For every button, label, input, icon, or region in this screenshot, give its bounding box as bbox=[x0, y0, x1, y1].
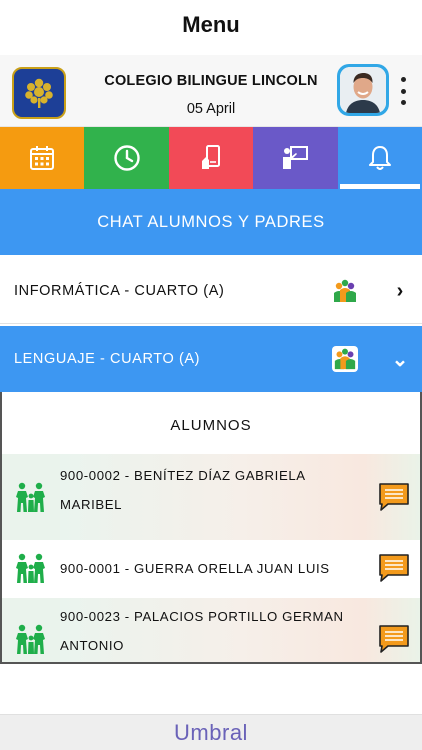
family-icon bbox=[16, 482, 45, 512]
more-options-icon[interactable] bbox=[396, 77, 410, 105]
message-icon[interactable] bbox=[378, 482, 410, 512]
user-avatar[interactable] bbox=[337, 64, 389, 116]
status-strip bbox=[0, 0, 422, 6]
message-icon[interactable] bbox=[378, 553, 410, 583]
clock-icon bbox=[113, 145, 140, 171]
teacher-board-icon bbox=[283, 146, 309, 169]
group-icon bbox=[334, 279, 356, 302]
tab-teacher[interactable] bbox=[253, 127, 338, 189]
avatar-photo bbox=[340, 67, 386, 113]
tab-calendar[interactable] bbox=[0, 127, 85, 189]
footer-bar: Umbral bbox=[0, 714, 422, 750]
student-row[interactable]: 900-0023 - PALACIOS PORTILLO GERMAN ANTO… bbox=[2, 598, 420, 662]
course-row-lenguaje[interactable]: LENGUAJE - CUARTO (A) ⌄ bbox=[0, 326, 422, 392]
current-date: 05 April bbox=[186, 101, 236, 117]
student-line2: MARIBEL bbox=[60, 497, 123, 512]
hand-tablet-icon bbox=[202, 145, 221, 169]
school-name: COLEGIO BILINGUE LINCOLN bbox=[104, 73, 318, 89]
student-line1: 900-0023 - PALACIOS PORTILLO GERMAN bbox=[60, 609, 344, 624]
bell-icon bbox=[368, 146, 391, 170]
family-icon bbox=[16, 553, 45, 583]
school-logo bbox=[12, 67, 66, 119]
calendar-icon bbox=[30, 146, 55, 170]
school-header: COLEGIO BILINGUE LINCOLN 05 April bbox=[0, 55, 422, 127]
school-crest-icon bbox=[25, 78, 53, 108]
family-icon bbox=[16, 624, 45, 654]
brand-name: Umbral bbox=[174, 719, 248, 745]
chat-banner[interactable]: CHAT ALUMNOS Y PADRES bbox=[0, 189, 422, 255]
course-row-informatica[interactable]: INFORMÁTICA - CUARTO (A) › bbox=[0, 258, 422, 324]
course-label: INFORMÁTICA - CUARTO (A) bbox=[14, 282, 225, 299]
student-row[interactable]: 900-0002 - BENÍTEZ DÍAZ GABRIELA MARIBEL bbox=[2, 454, 420, 540]
course-label: LENGUAJE - CUARTO (A) bbox=[14, 351, 201, 367]
student-row[interactable]: 900-0001 - GUERRA ORELLA JUAN LUIS bbox=[2, 540, 420, 596]
page-title: Menu bbox=[182, 12, 240, 37]
tab-tasks[interactable] bbox=[168, 127, 254, 189]
panel-title: ALUMNOS bbox=[170, 417, 252, 434]
student-line1: 900-0002 - BENÍTEZ DÍAZ GABRIELA bbox=[60, 468, 306, 483]
group-icon bbox=[332, 346, 358, 372]
feature-tabs bbox=[0, 127, 422, 189]
chevron-down-icon[interactable]: ⌄ bbox=[390, 346, 410, 372]
message-icon[interactable] bbox=[378, 624, 410, 654]
students-panel: ALUMNOS 900-0002 - BENÍTEZ DÍAZ GABRIELA… bbox=[0, 392, 422, 664]
student-line1: 900-0001 - GUERRA ORELLA JUAN LUIS bbox=[60, 561, 330, 576]
person-photo-icon bbox=[340, 67, 386, 113]
chevron-right-icon[interactable]: › bbox=[390, 278, 410, 304]
tab-notifications[interactable] bbox=[337, 127, 422, 189]
tab-schedule[interactable] bbox=[84, 127, 169, 189]
student-line2: ANTONIO bbox=[60, 638, 125, 653]
